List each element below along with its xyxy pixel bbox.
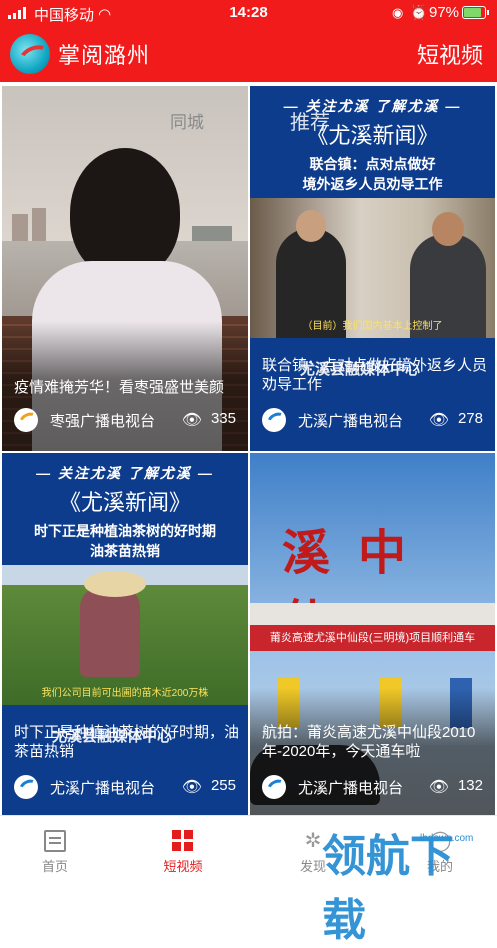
video-thumbnail: 我们公司目前可出圃的苗木近200万株 xyxy=(2,565,248,705)
source-name: 尤溪广播电视台 xyxy=(298,413,404,430)
battery-icon xyxy=(462,6,489,19)
news-kicker: — 关注尤溪 了解尤溪 — xyxy=(36,465,214,481)
eye-icon: 👁 xyxy=(428,779,449,796)
battery-percent: 97% xyxy=(429,4,460,21)
discover-icon: ✲ xyxy=(304,830,322,852)
tab-label: 首页 xyxy=(41,859,68,874)
source-avatar-icon xyxy=(262,408,286,432)
news-banner: — 关注尤溪 了解尤溪 — 《尤溪新闻》 联合镇：点对点做好 境外返乡人员劝导工… xyxy=(250,86,495,198)
top-nav-bar: 掌阅潞州 短视频 xyxy=(0,26,497,82)
toll-banner: 莆炎高速尤溪中仙段(三明境)项目顺利通车 xyxy=(250,625,495,651)
video-source-row: 尤溪广播电视台 👁 278 xyxy=(262,406,483,434)
video-thumbnail: （目前）我们国内基本上控制了 xyxy=(250,198,495,338)
view-count: 278 xyxy=(457,410,483,427)
news-brand: 《尤溪新闻》 xyxy=(58,490,191,515)
news-headline-2: 境外返乡人员劝导工作 xyxy=(302,176,443,192)
recommend-tag: 推荐 xyxy=(290,112,330,134)
tab-short-video[interactable]: 短视频 xyxy=(128,816,238,884)
tab-home[interactable]: 首页 xyxy=(0,816,110,884)
source-name: 尤溪广播电视台 xyxy=(298,780,404,797)
home-icon xyxy=(44,830,66,852)
alarm-icon: ⏰ xyxy=(410,4,428,20)
download-site-url: lhdown.com xyxy=(420,833,474,844)
eye-icon: 👁 xyxy=(181,779,202,796)
view-count: 255 xyxy=(210,777,236,794)
source-name: 枣强广播电视台 xyxy=(50,413,156,430)
video-title: 航拍：莆炎高速尤溪中仙段2010年-2020年，今天通车啦 xyxy=(262,724,476,760)
person-hair xyxy=(70,148,180,278)
subtitle-caption: （目前）我们国内基本上控制了 xyxy=(302,321,443,332)
source-name: 尤溪广播电视台 xyxy=(50,780,156,797)
news-brand: 《尤溪新闻》 xyxy=(306,123,439,148)
city-tag: 同城 xyxy=(170,113,204,132)
subtitle-caption: 我们公司目前可出圃的苗木近200万株 xyxy=(41,688,209,699)
news-headline-1: 联合镇：点对点做好 xyxy=(309,156,436,172)
view-count: 132 xyxy=(457,777,483,794)
app-logo-icon xyxy=(10,34,50,74)
short-video-link[interactable]: 短视频 xyxy=(417,38,483,70)
video-card[interactable]: — 关注尤溪 了解尤溪 — 《尤溪新闻》 联合镇：点对点做好 境外返乡人员劝导工… xyxy=(250,86,495,451)
news-banner: — 关注尤溪 了解尤溪 — 《尤溪新闻》 时下正是种植油茶树的好时期 油茶苗热销 xyxy=(2,453,248,565)
app-title: 掌阅潞州 xyxy=(58,43,151,68)
eye-icon: 👁 xyxy=(428,412,449,429)
rotation-lock-icon: ◉ xyxy=(392,5,404,20)
media-watermark: 尤溪县融媒体中心 xyxy=(52,728,173,745)
source-avatar-icon xyxy=(14,408,38,432)
video-card[interactable]: 同城 疫情难掩芳华！看枣强盛世美颜 枣强广播电视台 👁 335 xyxy=(2,86,248,451)
eye-icon: 👁 xyxy=(181,412,202,429)
source-avatar-icon xyxy=(262,775,286,799)
news-kicker: — 关注尤溪 了解尤溪 — xyxy=(283,98,462,114)
video-grid: 同城 疫情难掩芳华！看枣强盛世美颜 枣强广播电视台 👁 335 — 关注尤溪 了… xyxy=(0,82,497,818)
status-bar: 中国移动 ◠ 14:28 ◉ ⏰ 97% xyxy=(0,0,497,26)
video-grid-icon xyxy=(172,830,194,852)
tab-label: 短视频 xyxy=(163,859,203,874)
news-headline-1: 时下正是种植油茶树的好时期 xyxy=(34,523,216,539)
video-source-row: 枣强广播电视台 👁 335 xyxy=(14,406,236,434)
news-headline-2: 油茶苗热销 xyxy=(90,543,160,559)
video-source-row: 尤溪广播电视台 👁 255 xyxy=(14,773,236,801)
source-avatar-icon xyxy=(14,775,38,799)
video-card[interactable]: — 关注尤溪 了解尤溪 — 《尤溪新闻》 时下正是种植油茶树的好时期 油茶苗热销… xyxy=(2,453,248,818)
video-title: 疫情难掩芳华！看枣强盛世美颜 xyxy=(14,379,225,396)
video-card[interactable]: 溪中仙 莆炎高速尤溪中仙段(三明境)项目顺利通车 航拍：莆炎高速尤溪中仙段201… xyxy=(250,453,495,818)
view-count: 335 xyxy=(210,410,236,427)
media-watermark: 尤溪县融媒体中心 xyxy=(300,361,421,378)
video-source-row: 尤溪广播电视台 👁 132 xyxy=(262,773,483,801)
